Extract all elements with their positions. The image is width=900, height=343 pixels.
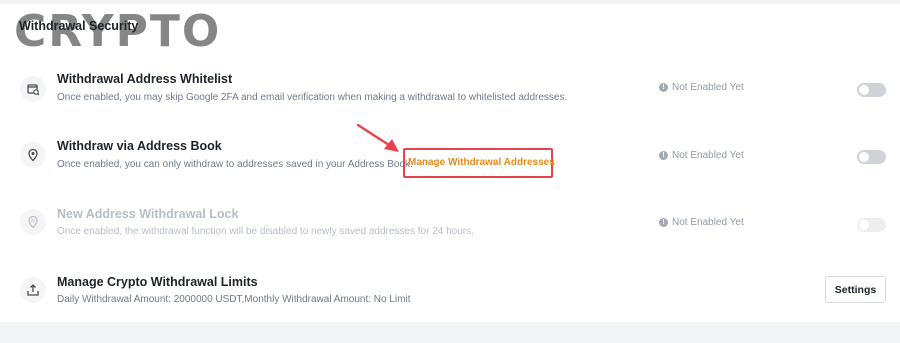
upload-tray-icon <box>20 277 46 303</box>
info-icon: ! <box>659 218 668 227</box>
info-icon: ! <box>659 83 668 92</box>
address-book-toggle[interactable] <box>857 150 886 164</box>
new-address-lock-toggle[interactable] <box>857 218 886 232</box>
status-indicator: ! Not Enabled Yet <box>659 217 744 228</box>
row-title: New Address Withdrawal Lock <box>57 207 239 221</box>
status-indicator: ! Not Enabled Yet <box>659 150 744 161</box>
manage-withdrawal-addresses-link[interactable]: Manage Withdrawal Addresses <box>408 157 555 168</box>
row-description: Once enabled, the withdrawal function wi… <box>57 226 474 237</box>
setting-row-address-whitelist: Withdrawal Address Whitelist Once enable… <box>0 62 900 122</box>
row-description: Once enabled, you can only withdraw to a… <box>57 159 413 170</box>
info-icon: ! <box>659 151 668 160</box>
svg-text:N: N <box>31 219 35 225</box>
address-whitelist-toggle[interactable] <box>857 83 886 97</box>
setting-row-new-address-lock: N New Address Withdrawal Lock Once enabl… <box>0 197 900 257</box>
toggle-knob <box>859 152 869 162</box>
toggle-knob <box>859 220 869 230</box>
section-title: Withdrawal Security <box>19 19 139 33</box>
row-description: Once enabled, you may skip Google 2FA an… <box>57 92 568 103</box>
status-text: Not Enabled Yet <box>672 82 744 93</box>
location-pin-icon <box>20 142 46 168</box>
setting-row-withdrawal-limits: Manage Crypto Withdrawal Limits Daily Wi… <box>0 265 900 325</box>
new-address-lock-icon: N <box>20 209 46 235</box>
settings-button[interactable]: Settings <box>825 276 886 303</box>
row-title: Withdrawal Address Whitelist <box>57 72 233 86</box>
address-whitelist-icon <box>20 76 46 102</box>
row-title: Withdraw via Address Book <box>57 139 222 153</box>
status-indicator: ! Not Enabled Yet <box>659 82 744 93</box>
status-text: Not Enabled Yet <box>672 217 744 228</box>
row-title: Manage Crypto Withdrawal Limits <box>57 275 258 289</box>
status-text: Not Enabled Yet <box>672 150 744 161</box>
row-description: Daily Withdrawal Amount: 2000000 USDT,Mo… <box>57 294 411 305</box>
bottom-strip <box>0 322 900 343</box>
toggle-knob <box>859 85 869 95</box>
